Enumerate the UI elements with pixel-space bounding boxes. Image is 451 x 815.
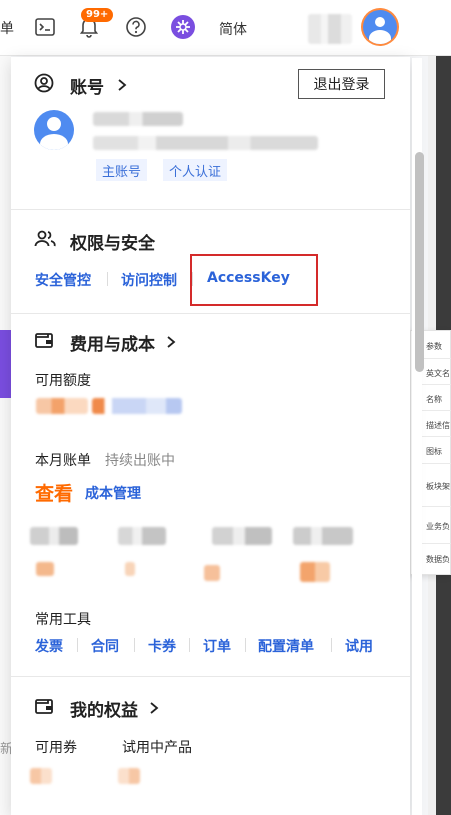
user-avatar-button[interactable]	[361, 8, 399, 46]
table-cell: 业务负	[426, 522, 450, 531]
trial-products-label: 试用中产品	[122, 740, 192, 756]
table-cell: 数据负	[426, 555, 450, 564]
page-background-banner	[0, 330, 11, 398]
tool-coupon-link[interactable]: 卡券	[148, 636, 176, 656]
available-credit-redacted	[36, 398, 88, 414]
tool-contract-link[interactable]: 合同	[91, 636, 119, 656]
table-cell: 名称	[426, 395, 442, 404]
cost-management-link[interactable]: 成本管理	[85, 483, 141, 503]
common-tools-label: 常用工具	[35, 612, 91, 628]
available-coupons-label: 可用券	[35, 740, 77, 756]
accesskey-highlight-box	[190, 254, 318, 306]
panel-scrollbar-thumb[interactable]	[415, 152, 424, 372]
benefits-section-title[interactable]: 我的权益	[70, 696, 138, 721]
chevron-right-icon[interactable]	[166, 334, 176, 348]
bill-item-redacted	[30, 527, 78, 545]
available-credit-label: 可用额度	[35, 373, 91, 389]
account-id-redacted	[93, 136, 318, 150]
security-section-title: 权限与安全	[70, 234, 155, 254]
billing-section-title[interactable]: 费用与成本	[70, 330, 155, 355]
link-separator	[134, 638, 135, 652]
terminal-icon[interactable]	[33, 15, 57, 39]
trial-count-redacted	[118, 768, 140, 784]
monthly-bill-label: 本月账单	[35, 453, 91, 469]
bill-item-redacted	[212, 527, 272, 545]
table-cell: 参数	[426, 342, 442, 351]
language-switcher[interactable]: 简体	[219, 19, 247, 39]
tool-invoice-link[interactable]: 发票	[35, 636, 63, 656]
monthly-bill-status: 持续出账中	[105, 453, 175, 469]
bill-value-redacted	[300, 562, 330, 582]
top-navigation-bar: 单 99+ 简体	[0, 0, 451, 56]
view-bill-link[interactable]: 查看	[35, 479, 73, 506]
user-name-redacted[interactable]	[308, 14, 352, 44]
link-separator	[77, 638, 78, 652]
nav-edge-text: 单	[0, 21, 14, 37]
bill-value-redacted	[125, 562, 135, 576]
access-control-link[interactable]: 访问控制	[121, 270, 177, 290]
link-separator	[189, 638, 190, 652]
account-name-redacted	[93, 112, 183, 126]
chevron-right-icon[interactable]	[149, 700, 159, 714]
tool-trial-link[interactable]: 试用	[345, 636, 373, 656]
tool-order-link[interactable]: 订单	[203, 636, 231, 656]
help-icon[interactable]	[124, 15, 148, 39]
table-cell: 英文名	[426, 369, 450, 378]
bill-item-redacted	[293, 527, 353, 545]
account-avatar	[34, 110, 74, 150]
link-separator	[107, 272, 108, 286]
wallet-icon	[34, 696, 54, 716]
link-separator	[331, 638, 332, 652]
personal-verification-tag: 个人认证	[163, 159, 228, 181]
users-icon	[34, 229, 56, 249]
bill-item-redacted	[118, 527, 166, 545]
tool-config-list-link[interactable]: 配置清单	[258, 636, 314, 656]
chevron-right-icon[interactable]	[117, 77, 127, 91]
logout-button[interactable]: 退出登录	[298, 69, 385, 99]
wallet-icon	[34, 330, 54, 350]
app-launcher-icon[interactable]	[171, 15, 195, 39]
security-control-link[interactable]: 安全管控	[35, 270, 91, 290]
table-cell: 描述信	[426, 421, 450, 430]
bill-value-redacted	[204, 565, 220, 581]
main-account-tag: 主账号	[96, 159, 148, 181]
table-cell: 板块架	[426, 482, 450, 491]
section-divider	[11, 313, 410, 314]
page-background-left	[0, 56, 11, 815]
account-section-title[interactable]: 账号	[70, 73, 104, 98]
table-cell: 图标	[426, 447, 442, 456]
coupon-count-redacted	[30, 768, 52, 784]
section-divider	[11, 209, 410, 210]
section-divider	[11, 676, 410, 677]
notification-badge: 99+	[81, 8, 114, 22]
bill-value-redacted	[36, 562, 54, 576]
link-separator	[245, 638, 246, 652]
available-credit-redacted	[92, 398, 182, 414]
account-icon	[34, 73, 54, 93]
